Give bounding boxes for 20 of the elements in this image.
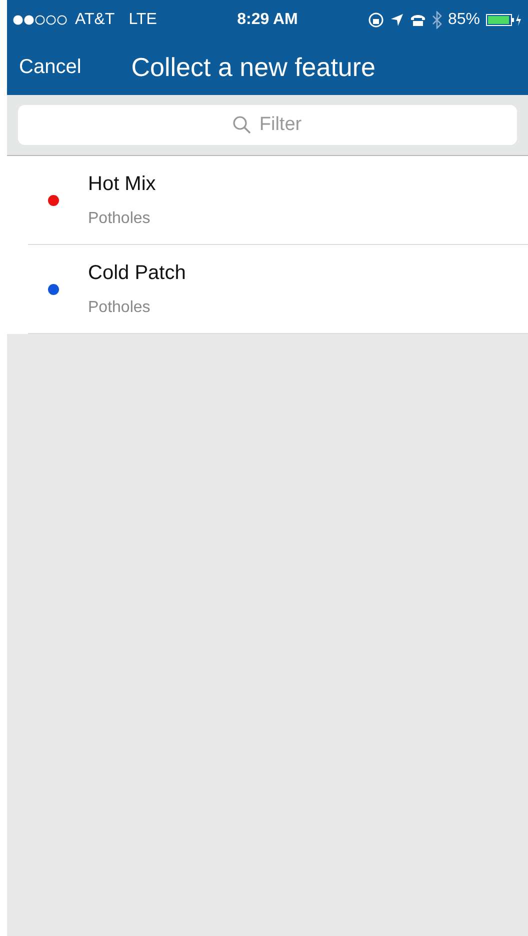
feature-name: Hot Mix: [88, 172, 156, 196]
layer-name: Potholes: [88, 298, 152, 316]
phone-icon: [410, 14, 426, 26]
battery-percent: 85%: [448, 11, 480, 29]
feature-row[interactable]: Hot Mix Potholes: [28, 156, 528, 245]
layer-name: Potholes: [88, 210, 152, 228]
rotation-lock-icon: [368, 12, 384, 28]
cancel-button[interactable]: Cancel: [19, 56, 82, 79]
signal-icon: [13, 15, 69, 25]
battery-charging-icon: [486, 13, 522, 27]
search-icon: [232, 115, 252, 135]
bluetooth-icon: [432, 11, 442, 29]
feature-row[interactable]: Cold Patch Potholes: [28, 245, 528, 334]
location-arrow-icon: [390, 13, 404, 27]
carrier-label: AT&T: [75, 11, 115, 29]
clock: 8:29 AM: [237, 11, 298, 29]
screen-title: Collect a new feature: [131, 52, 376, 83]
network-label: LTE: [128, 11, 157, 29]
search-field[interactable]: Filter: [18, 105, 517, 145]
feature-name: Cold Patch: [88, 262, 186, 284]
